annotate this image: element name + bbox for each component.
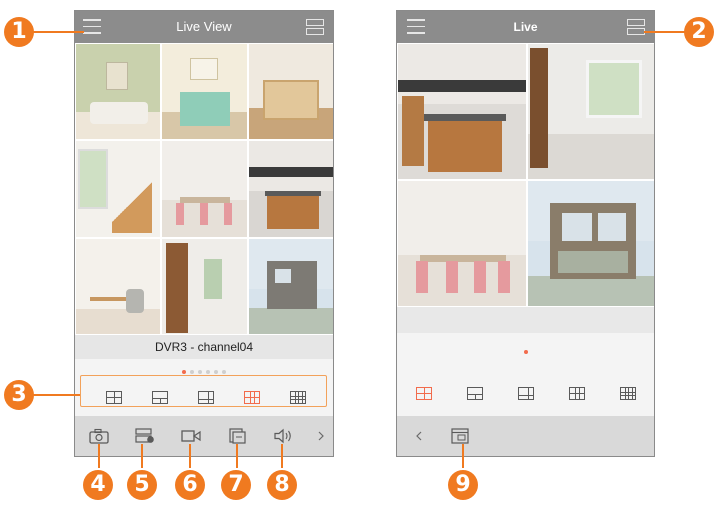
page-dot[interactable]: [206, 369, 210, 374]
camera-tile-staircase[interactable]: [75, 140, 162, 238]
live-view-screen: Live View DVR3 - channel04: [74, 10, 334, 457]
callout-5: 5: [127, 470, 157, 500]
callout-9: 9: [448, 470, 478, 500]
layout-3x3-icon[interactable]: [620, 387, 636, 400]
callout-leader: [98, 444, 100, 468]
callout-leader: [189, 444, 191, 468]
callout-4: 4: [83, 470, 113, 500]
device-list-icon[interactable]: [627, 19, 645, 35]
layout-1x1-icon[interactable]: [106, 391, 122, 404]
page-indicator: [75, 363, 333, 374]
callout-8: 8: [267, 470, 297, 500]
callout-leader: [28, 31, 84, 33]
video-icon[interactable]: [181, 428, 201, 444]
camera-tile-study[interactable]: [75, 237, 162, 335]
layout-1plus3-icon[interactable]: [467, 387, 483, 400]
page-indicator: [397, 343, 654, 354]
page-title: Live View: [176, 19, 232, 34]
volume-icon[interactable]: [273, 428, 293, 444]
camera-tile-hallway[interactable]: [161, 237, 248, 335]
layout-1plus3-icon[interactable]: [152, 391, 168, 404]
callout-7: 7: [221, 470, 251, 500]
camera-tile-kitchen[interactable]: [247, 140, 333, 238]
camera-tile-house-exterior[interactable]: [247, 237, 333, 335]
camera-tile-house-exterior[interactable]: [526, 180, 654, 307]
top-bar: Live: [397, 11, 654, 43]
callout-2: 2: [684, 17, 714, 47]
callout-leader: [462, 444, 464, 468]
callout-leader: [236, 444, 238, 468]
channel-label: DVR3 - channel04: [75, 335, 333, 359]
page-dot[interactable]: [222, 369, 226, 374]
page-dot[interactable]: [214, 369, 218, 374]
record-icon[interactable]: [135, 428, 155, 444]
layout-1plus5-icon[interactable]: [198, 391, 214, 404]
layout-2x2-icon[interactable]: [569, 387, 585, 400]
chevron-right-icon[interactable]: [311, 428, 331, 444]
layout-1plus5-icon[interactable]: [518, 387, 534, 400]
bottom-toolbar: [397, 416, 654, 456]
callout-3: 3: [4, 380, 34, 410]
layout-3x3-icon[interactable]: [290, 391, 306, 404]
page-dot[interactable]: [190, 369, 194, 374]
page-dot[interactable]: [182, 369, 186, 374]
top-bar: Live View: [75, 11, 333, 43]
camera-tile-kitchen[interactable]: [397, 43, 527, 180]
chevron-left-icon[interactable]: [409, 428, 429, 444]
callout-1: 1: [4, 17, 34, 47]
page-dot[interactable]: [523, 349, 528, 354]
camera-tile-nursery[interactable]: [247, 43, 333, 141]
channel-label-bar: [397, 307, 654, 333]
page-dot[interactable]: [198, 369, 202, 374]
bottom-toolbar: [75, 416, 333, 456]
callout-leader: [281, 444, 283, 468]
pages-icon[interactable]: [227, 428, 247, 444]
layout-selector: [397, 373, 654, 413]
callout-leader: [141, 444, 143, 468]
layout-window-icon[interactable]: [451, 428, 471, 444]
layout-2x2-icon[interactable]: [244, 391, 260, 404]
page-title: Live: [513, 20, 538, 34]
camera-tile-dining-room[interactable]: [161, 140, 248, 238]
snapshot-icon[interactable]: [89, 428, 109, 444]
camera-tile-empty-room[interactable]: [526, 43, 654, 180]
layout-1x1-icon[interactable]: [416, 387, 432, 400]
camera-tile-dresser[interactable]: [161, 43, 248, 141]
live-screen: Live: [396, 10, 655, 457]
layout-selector: [75, 377, 333, 417]
camera-tile-dining-room[interactable]: [397, 180, 527, 307]
camera-tile-living-room[interactable]: [75, 43, 162, 141]
callout-leader: [32, 394, 80, 396]
device-list-icon[interactable]: [306, 19, 324, 35]
callout-6: 6: [175, 470, 205, 500]
